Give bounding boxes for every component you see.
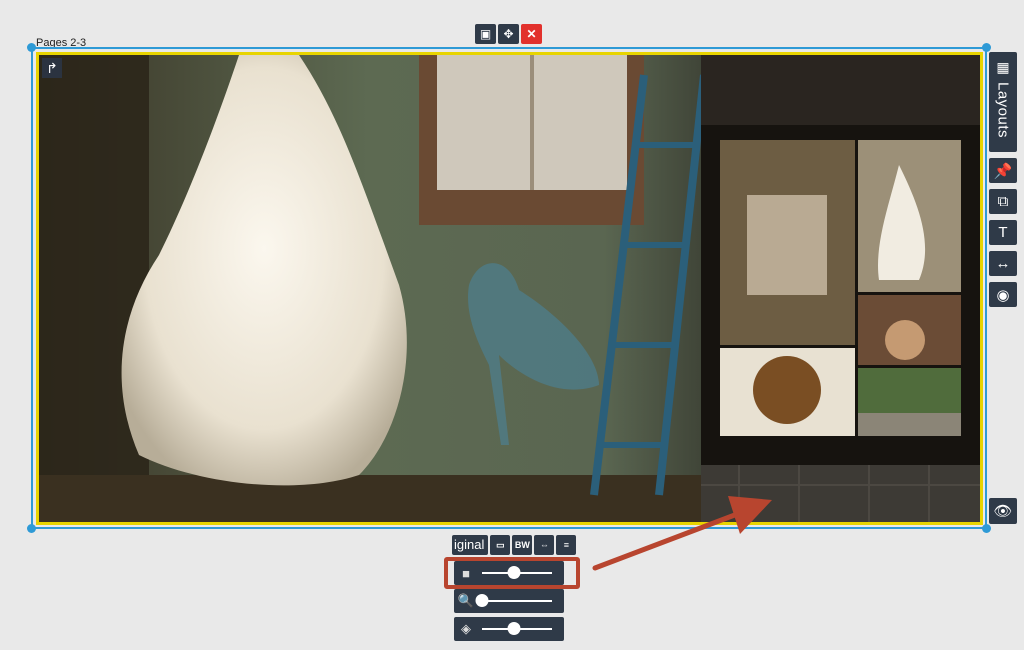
zoom-slider[interactable] [475,594,552,607]
layouts-label: Layouts [994,82,1012,139]
zoom-eye-icon[interactable]: ◉ [989,282,1017,307]
image-replace-icon[interactable]: ▭ [490,535,511,555]
center-move-icon[interactable]: ✥ [498,24,519,44]
spread-top-toolbar: ▣ ✥ ✕ [475,24,542,44]
swap-icon[interactable]: ⧉ [989,189,1017,214]
layouts-button[interactable]: ▦ Layouts [989,52,1017,152]
corner-arrow-icon[interactable]: ↱ [42,58,62,78]
rotate-slider-row: ◈ [454,617,564,641]
photo-spread[interactable]: ↱ [36,52,983,525]
original-button[interactable]: iginal [452,535,489,555]
resize-handle-bottom-right[interactable] [982,524,991,533]
side-toolbar: ▦ Layouts 📌 ⧉ T ↔ ◉ [989,52,1017,307]
annotation-highlight-box [444,557,580,589]
rotate-icon: ◈ [461,621,471,636]
zoom-slider-row: 🔍 [454,589,564,613]
image-toolbar: iginal ▭ BW ⇔ ≡ [452,535,577,555]
resize-handle-top-right[interactable] [982,43,991,52]
magnifier-icon: 🔍 [457,593,475,608]
resize-handle-bottom-left[interactable] [27,524,36,533]
resize-handle-top-left[interactable] [27,43,36,52]
text-icon[interactable]: T [989,220,1017,245]
close-button[interactable]: ✕ [521,24,542,44]
fit-width-icon[interactable]: ↔ [989,251,1017,276]
rotate-slider-knob[interactable] [507,622,520,635]
background-photo[interactable] [39,55,980,522]
menu-icon[interactable]: ≡ [556,535,577,555]
grid-icon: ▦ [996,59,1010,75]
bw-button[interactable]: BW [512,535,533,555]
preview-eye-icon[interactable]: 👁 [989,498,1017,524]
stretch-icon[interactable]: ⇔ [534,535,555,555]
rotate-slider[interactable] [482,622,552,635]
zoom-slider-knob[interactable] [475,594,489,607]
duplicate-icon[interactable]: ▣ [475,24,496,44]
pin-icon[interactable]: 📌 [989,158,1017,183]
